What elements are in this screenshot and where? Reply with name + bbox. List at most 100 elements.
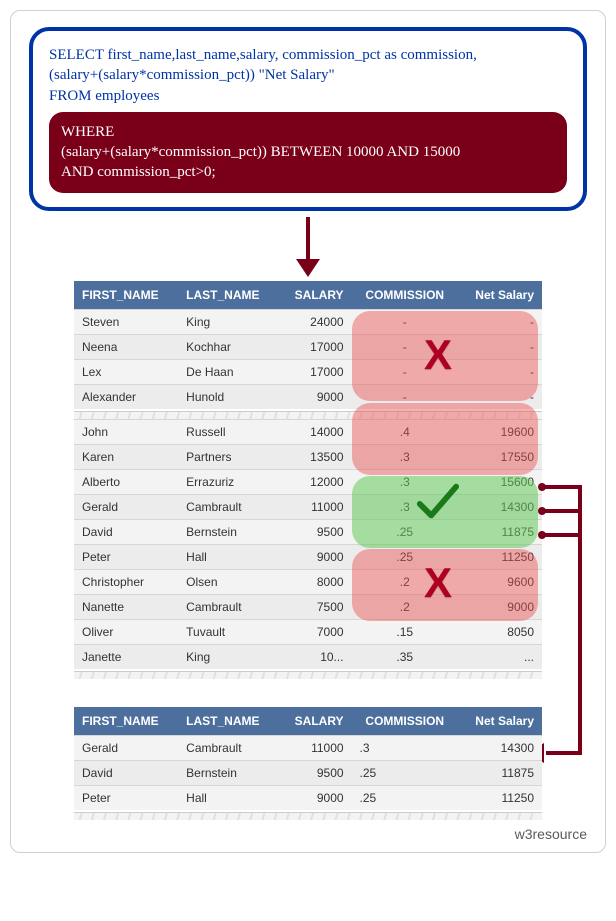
cell-fn: John (74, 419, 178, 444)
col-first-name: FIRST_NAME (74, 707, 178, 736)
footer-attribution: w3resource (29, 826, 587, 842)
cell-ln: Cambrault (178, 494, 278, 519)
cell-sal: 24000 (279, 309, 352, 334)
cell-ln: King (178, 644, 278, 669)
cell-sal: 9500 (279, 760, 352, 785)
cell-net: 9600 (458, 569, 542, 594)
table-row: DavidBernstein9500.2511875 (74, 519, 542, 544)
cell-fn: Janette (74, 644, 178, 669)
arrow-down-icon (29, 217, 587, 277)
col-last-name: LAST_NAME (178, 281, 278, 310)
cell-net: ... (458, 644, 542, 669)
cell-comm: .25 (352, 785, 458, 810)
cell-comm: .2 (352, 594, 458, 619)
result-table-wrap: FIRST_NAME LAST_NAME SALARY COMMISSION N… (74, 707, 542, 820)
cell-comm: .25 (352, 544, 458, 569)
cell-net: 11875 (458, 760, 542, 785)
sql-line-3: FROM employees (49, 86, 567, 106)
cell-sal: 12000 (279, 469, 352, 494)
cell-comm: .15 (352, 619, 458, 644)
cell-net: 9000 (458, 594, 542, 619)
cell-sal: 7000 (279, 619, 352, 644)
cell-fn: Neena (74, 334, 178, 359)
cell-net: 14300 (458, 735, 542, 760)
cell-comm: - (352, 309, 458, 334)
cell-fn: Lex (74, 359, 178, 384)
cell-comm: .35 (352, 644, 458, 669)
table-row: PeterHall9000.2511250 (74, 785, 542, 810)
source-table-wrap: FIRST_NAME LAST_NAME SALARY COMMISSION N… (74, 281, 542, 679)
cell-ln: Cambrault (178, 594, 278, 619)
cell-fn: Christopher (74, 569, 178, 594)
cell-ln: Olsen (178, 569, 278, 594)
cell-fn: Peter (74, 544, 178, 569)
cell-fn: Steven (74, 309, 178, 334)
cell-fn: Karen (74, 444, 178, 469)
cell-sal: 7500 (279, 594, 352, 619)
col-commission: COMMISSION (352, 707, 458, 736)
table-row: KarenPartners13500.317550 (74, 444, 542, 469)
table-row: GeraldCambrault11000.314300 (74, 735, 542, 760)
cell-comm: .3 (352, 469, 458, 494)
cell-comm: .25 (352, 760, 458, 785)
diagram-frame: SELECT first_name,last_name,salary, comm… (10, 10, 606, 853)
cell-comm: - (352, 384, 458, 409)
cell-fn: David (74, 519, 178, 544)
sql-where-clause: WHERE (salary+(salary*commission_pct)) B… (49, 112, 567, 193)
table-row: NanetteCambrault7500.29000 (74, 594, 542, 619)
table-row: OliverTuvault7000.158050 (74, 619, 542, 644)
cell-net: - (458, 384, 542, 409)
cell-ln: Bernstein (178, 760, 278, 785)
source-table: FIRST_NAME LAST_NAME SALARY COMMISSION N… (74, 281, 542, 679)
col-first-name: FIRST_NAME (74, 281, 178, 310)
cell-ln: De Haan (178, 359, 278, 384)
sql-where-line-2: (salary+(salary*commission_pct)) BETWEEN… (61, 142, 555, 162)
cell-net: 15600 (458, 469, 542, 494)
cell-net: 11250 (458, 544, 542, 569)
cell-sal: 11000 (279, 494, 352, 519)
cell-fn: Gerald (74, 494, 178, 519)
cell-net: 19600 (458, 419, 542, 444)
torn-divider (74, 409, 542, 420)
col-salary: SALARY (279, 707, 352, 736)
cell-ln: Kochhar (178, 334, 278, 359)
torn-divider (74, 669, 542, 679)
cell-fn: Peter (74, 785, 178, 810)
cell-sal: 9000 (279, 384, 352, 409)
cell-sal: 9500 (279, 519, 352, 544)
cell-sal: 13500 (279, 444, 352, 469)
cell-comm: .25 (352, 519, 458, 544)
cell-ln: Bernstein (178, 519, 278, 544)
cell-ln: Partners (178, 444, 278, 469)
cell-ln: Errazuriz (178, 469, 278, 494)
cell-fn: Nanette (74, 594, 178, 619)
table-row: JohnRussell14000.419600 (74, 419, 542, 444)
cell-sal: 11000 (279, 735, 352, 760)
cell-fn: David (74, 760, 178, 785)
cell-comm: .3 (352, 735, 458, 760)
cell-fn: Gerald (74, 735, 178, 760)
sql-line-2: (salary+(salary*commission_pct)) "Net Sa… (49, 65, 567, 85)
cell-comm: .2 (352, 569, 458, 594)
cell-sal: 17000 (279, 359, 352, 384)
cell-net: - (458, 309, 542, 334)
sql-where-line-1: WHERE (61, 122, 555, 142)
cell-net: 11875 (458, 519, 542, 544)
cell-ln: Hunold (178, 384, 278, 409)
table-row: ChristopherOlsen8000.29600 (74, 569, 542, 594)
cell-sal: 9000 (279, 785, 352, 810)
sql-line-1: SELECT first_name,last_name,salary, comm… (49, 45, 567, 65)
cell-net: - (458, 334, 542, 359)
table-row: DavidBernstein9500.2511875 (74, 760, 542, 785)
cell-comm: - (352, 334, 458, 359)
table-row: GeraldCambrault11000.314300 (74, 494, 542, 519)
cell-sal: 9000 (279, 544, 352, 569)
table-row: StevenKing24000-- (74, 309, 542, 334)
table-row: AlexanderHunold9000-- (74, 384, 542, 409)
cell-comm: .3 (352, 494, 458, 519)
cell-ln: Russell (178, 419, 278, 444)
table-row: PeterHall9000.2511250 (74, 544, 542, 569)
cell-fn: Oliver (74, 619, 178, 644)
cell-net: 14300 (458, 494, 542, 519)
cell-sal: 10... (279, 644, 352, 669)
